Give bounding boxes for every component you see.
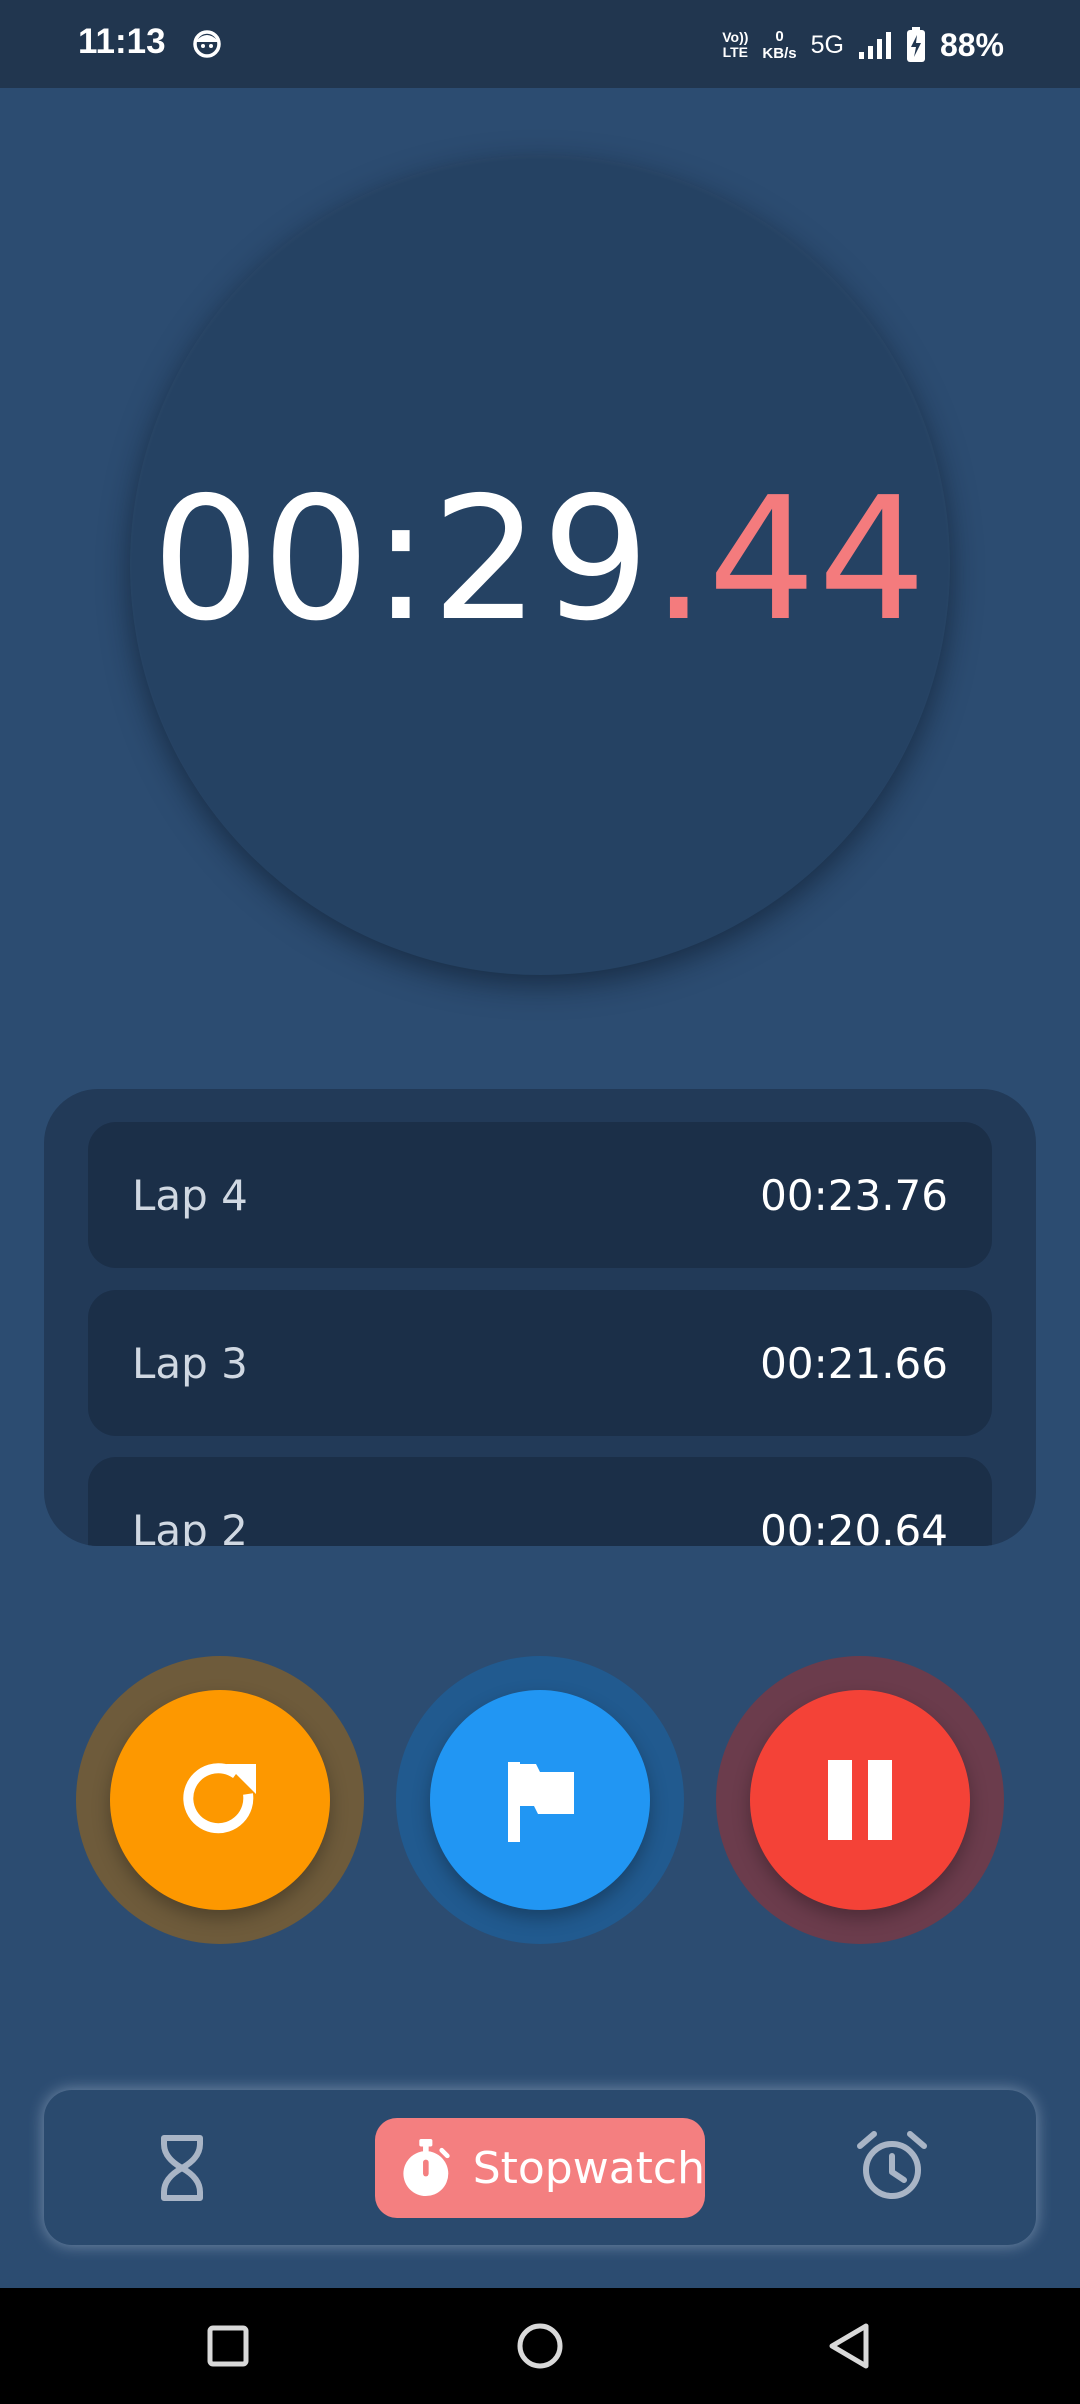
status-bar: 11:13 Vo)) LTE 0 KB/s 5G 88%: [0, 0, 1080, 88]
lap-label: Lap 2: [132, 1505, 248, 1547]
nav-item-stopwatch-label: Stopwatch: [472, 2142, 705, 2194]
refresh-icon: [183, 1763, 256, 1834]
lap-time: 00:21.66: [760, 1338, 948, 1388]
network-type: 5G: [810, 30, 844, 59]
nav-item-stopwatch[interactable]: Stopwatch: [375, 2118, 705, 2218]
battery-percent: 88%: [939, 26, 1004, 63]
status-indicators: Vo)) LTE 0 KB/s 5G 88%: [722, 20, 1004, 70]
net-speed: 0 KB/s: [762, 28, 797, 62]
volte-indicator: Vo)) LTE: [722, 29, 749, 60]
lap-time: 00:23.76: [760, 1170, 948, 1220]
laps-list[interactable]: Lap 4 00:23.76 Lap 3 00:21.66 Lap 2 00:2…: [44, 1089, 1036, 1546]
flag-icon: [508, 1762, 574, 1842]
lap-row: Lap 4 00:23.76: [88, 1122, 992, 1268]
battery-charging-icon: [906, 27, 925, 62]
bottom-navigation: Stopwatch: [44, 2090, 1036, 2245]
elapsed-time-main: 00:29: [151, 461, 652, 659]
elapsed-time-separator: .: [651, 461, 708, 659]
app-notification-icon: [193, 30, 221, 58]
back-triangle-icon[interactable]: [814, 2308, 890, 2384]
elapsed-time: 00:29.44: [0, 450, 1080, 670]
lap-label: Lap 4: [132, 1170, 248, 1220]
lap-row: Lap 3 00:21.66: [88, 1290, 992, 1436]
alarm-clock-icon[interactable]: [852, 2126, 932, 2206]
pause-icon: [828, 1760, 892, 1840]
lap-time: 00:20.64: [760, 1505, 948, 1547]
signal-icon: [858, 32, 891, 59]
pause-button[interactable]: [716, 1656, 1004, 1944]
lap-label: Lap 3: [132, 1338, 248, 1388]
lap-row: Lap 2 00:20.64: [88, 1457, 992, 1546]
status-time: 11:13: [78, 22, 166, 61]
stopwatch-icon: [403, 2139, 450, 2197]
reset-button-face[interactable]: [110, 1690, 330, 1910]
hourglass-icon[interactable]: [144, 2130, 220, 2206]
home-circle-icon[interactable]: [502, 2308, 578, 2384]
system-navigation-bar: [0, 2288, 1080, 2404]
lap-button[interactable]: [396, 1656, 684, 1944]
recents-square-icon[interactable]: [190, 2308, 266, 2384]
elapsed-time-fraction: 44: [707, 461, 929, 659]
pause-button-face[interactable]: [750, 1690, 970, 1910]
lap-button-face[interactable]: [430, 1690, 650, 1910]
reset-button[interactable]: [76, 1656, 364, 1944]
